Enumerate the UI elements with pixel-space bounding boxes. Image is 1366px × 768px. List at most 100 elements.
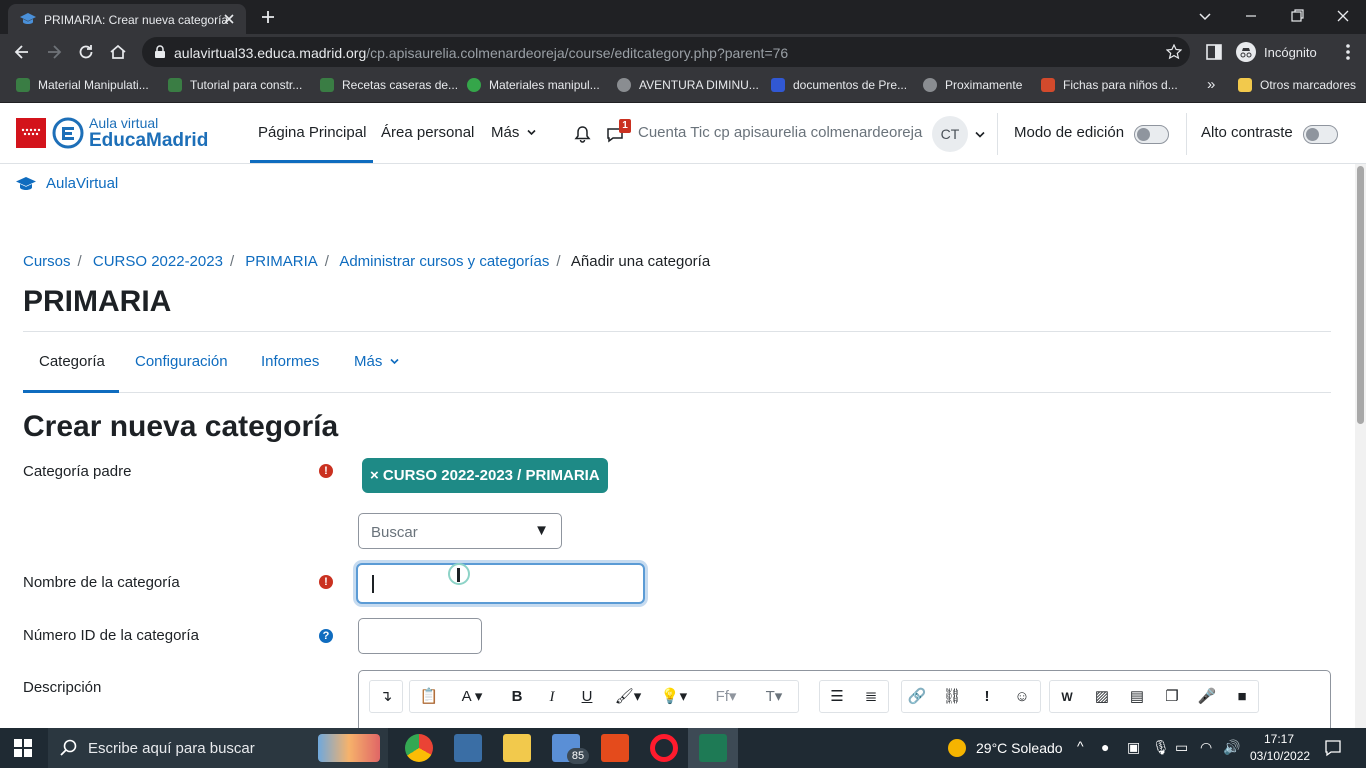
unlink-icon[interactable]: ⛓ xyxy=(941,687,963,707)
chrome-icon[interactable] xyxy=(405,734,433,762)
edit-mode-toggle[interactable] xyxy=(1134,125,1169,144)
brush-icon[interactable]: 🖌▾ xyxy=(610,687,646,707)
microphone-icon[interactable]: 🎤 xyxy=(1196,687,1218,707)
clock-time[interactable]: 17:17 xyxy=(1264,732,1294,746)
close-window-icon[interactable] xyxy=(1334,6,1352,26)
close-tab-icon[interactable] xyxy=(220,10,238,28)
omnibox[interactable]: aulavirtual33.educa.madrid.org/cp.apisau… xyxy=(142,37,1190,67)
bookmark-star-icon[interactable] xyxy=(1166,44,1182,60)
bookmark-item[interactable]: documentos de Pre... xyxy=(771,78,907,92)
bookmark-item[interactable]: Recetas caseras de... xyxy=(320,78,458,92)
other-bookmarks-folder[interactable]: Otros marcadores xyxy=(1238,78,1356,92)
paste-icon[interactable]: 📋 xyxy=(418,687,440,707)
user-menu-chevron-icon[interactable] xyxy=(975,131,985,138)
volume-icon[interactable]: 🔊 xyxy=(1223,739,1240,756)
microphone-icon[interactable]: 🎙 xyxy=(1152,739,1170,756)
help-icon[interactable]: ? xyxy=(319,629,333,643)
emoji-icon[interactable]: ☺ xyxy=(1011,687,1033,707)
document-icon[interactable]: ▤ xyxy=(1126,687,1148,707)
new-tab-icon[interactable] xyxy=(258,7,278,27)
bookmark-item[interactable]: Fichas para niños d... xyxy=(1041,78,1178,92)
back-icon[interactable] xyxy=(12,42,32,62)
tray-app-icon[interactable]: ● xyxy=(1101,739,1109,755)
forward-icon[interactable] xyxy=(44,42,64,62)
video-icon[interactable]: ■ xyxy=(1231,687,1253,707)
bell-icon[interactable] xyxy=(574,125,591,143)
high-contrast-toggle[interactable] xyxy=(1303,125,1338,144)
tray-app-icon[interactable]: ▣ xyxy=(1127,739,1140,756)
collapse-toolbar-icon[interactable]: ↴ xyxy=(375,687,397,707)
word-paste-icon[interactable]: W xyxy=(1056,687,1078,707)
exclamation-icon[interactable]: ! xyxy=(976,687,998,707)
bold-icon[interactable]: B xyxy=(506,687,528,707)
font-family-icon[interactable]: Ff▾ xyxy=(708,687,744,707)
restore-icon[interactable] xyxy=(1288,6,1306,26)
clock-date[interactable]: 03/10/2022 xyxy=(1250,749,1310,763)
bookmark-item[interactable]: Material Manipulati... xyxy=(16,78,149,92)
bookmark-item[interactable]: Proximamente xyxy=(923,78,1022,92)
graduation-cap-icon xyxy=(20,12,36,26)
bookmark-item[interactable]: Materiales manipul... xyxy=(467,78,600,92)
logo-line1: Aula virtual xyxy=(89,115,159,131)
taskbar-search[interactable]: Escribe aquí para buscar xyxy=(48,728,388,768)
breadcrumb-curso-2022-2023[interactable]: CURSO 2022-2023 xyxy=(93,253,223,270)
tab-configuracion[interactable]: Configuración xyxy=(135,353,228,370)
incognito-indicator[interactable]: Incógnito xyxy=(1234,37,1330,67)
lightbulb-icon[interactable]: 💡▾ xyxy=(656,687,692,707)
bookmark-item[interactable]: AVENTURA DIMINU... xyxy=(617,78,759,92)
browser-tab[interactable]: PRIMARIA: Crear nueva categoría xyxy=(8,4,246,34)
user-name[interactable]: Cuenta Tic cp apisaurelia colmenardeorej… xyxy=(638,124,922,141)
numbered-list-icon[interactable]: ≣ xyxy=(860,687,882,707)
breadcrumb-administrar[interactable]: Administrar cursos y categorías xyxy=(339,253,549,270)
lock-icon[interactable] xyxy=(154,45,166,59)
breadcrumb-primaria[interactable]: PRIMARIA xyxy=(245,253,318,270)
link-icon[interactable]: 🔗 xyxy=(906,687,928,707)
tab-search-chevron-icon[interactable] xyxy=(1196,6,1214,26)
minimize-icon[interactable] xyxy=(1242,6,1260,26)
reload-icon[interactable] xyxy=(76,42,96,62)
parent-category-label: Categoría padre xyxy=(23,463,132,480)
wifi-icon[interactable]: ◠ xyxy=(1200,739,1212,756)
microsoft-store-icon[interactable] xyxy=(454,734,482,762)
file-explorer-icon[interactable] xyxy=(503,734,531,762)
kebab-menu-icon[interactable] xyxy=(1338,42,1358,62)
notifications-icon[interactable] xyxy=(1324,739,1342,757)
battery-icon[interactable]: ▭ xyxy=(1175,739,1188,756)
educamadrid-logo-icon xyxy=(52,117,84,149)
category-id-input[interactable] xyxy=(358,618,482,654)
windows-start-icon[interactable] xyxy=(14,739,32,757)
underline-icon[interactable]: U xyxy=(576,687,598,707)
nav-mas[interactable]: Más xyxy=(491,124,536,141)
parent-category-selection[interactable]: × CURSO 2022-2023 / PRIMARIA xyxy=(362,458,608,493)
tab-mas[interactable]: Más xyxy=(354,353,399,370)
bullet-list-icon[interactable]: ☰ xyxy=(826,687,848,707)
font-size-icon[interactable]: T▾ xyxy=(756,687,792,707)
avatar[interactable]: CT xyxy=(932,116,968,152)
category-name-input[interactable] xyxy=(356,563,645,604)
parent-category-search[interactable]: Buscar ▼ xyxy=(358,513,562,549)
nav-pagina-principal[interactable]: Página Principal xyxy=(258,124,366,141)
weather-text[interactable]: 29°C Soleado xyxy=(976,740,1063,756)
copy-icon[interactable]: ❐ xyxy=(1161,687,1183,707)
nav-area-personal[interactable]: Área personal xyxy=(381,124,474,141)
screen-recorder-icon[interactable] xyxy=(699,734,727,762)
page-scrollbar[interactable] xyxy=(1355,164,1366,728)
search-icon xyxy=(60,739,78,757)
bookmark-item[interactable]: Tutorial para constr... xyxy=(168,78,302,92)
required-icon: ! xyxy=(319,575,333,589)
tab-categoria[interactable]: Categoría xyxy=(39,353,105,370)
bookmarks-overflow-icon[interactable]: » xyxy=(1207,76,1215,93)
breadcrumb-cursos[interactable]: Cursos xyxy=(23,253,71,270)
image-icon[interactable]: ▨ xyxy=(1091,687,1113,707)
office-icon[interactable] xyxy=(601,734,629,762)
home-icon[interactable] xyxy=(108,42,128,62)
scrollbar-thumb[interactable] xyxy=(1357,166,1364,424)
tray-chevron-up-icon[interactable]: ^ xyxy=(1077,738,1084,754)
windows-taskbar: Escribe aquí para buscar 85 29°C Soleado… xyxy=(0,728,1366,768)
italic-icon[interactable]: I xyxy=(541,687,563,707)
font-color-icon[interactable]: A ▾ xyxy=(454,687,490,707)
aulavirtual-link[interactable]: AulaVirtual xyxy=(46,175,118,192)
tab-informes[interactable]: Informes xyxy=(261,353,319,370)
opera-icon[interactable] xyxy=(650,734,678,762)
side-panel-icon[interactable] xyxy=(1205,43,1223,61)
